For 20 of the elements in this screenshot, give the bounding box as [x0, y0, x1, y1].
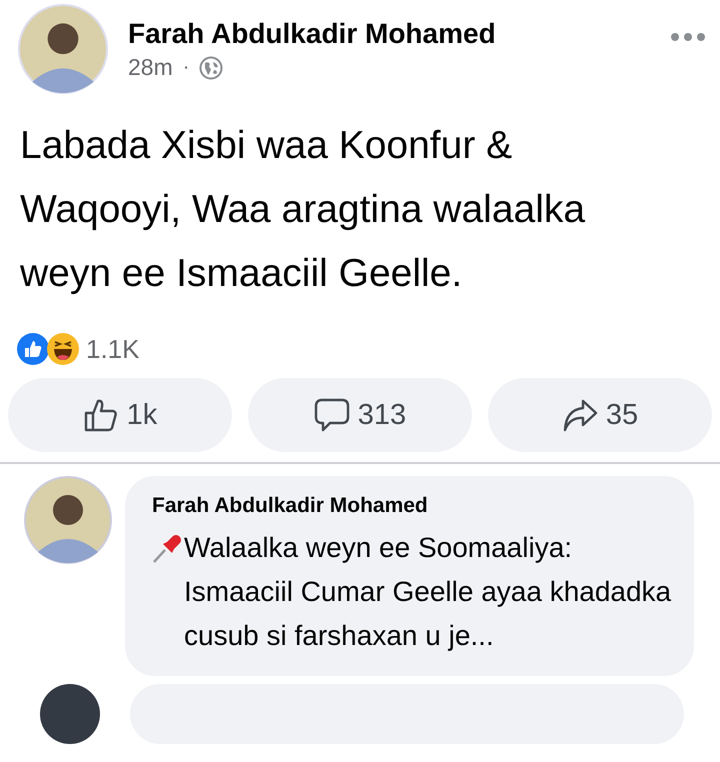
speech-bubble-icon [314, 397, 350, 433]
avatar[interactable] [24, 476, 112, 564]
more-options-icon[interactable] [670, 32, 706, 42]
laugh-reaction-icon [46, 332, 80, 366]
thumbs-up-icon [82, 397, 119, 433]
separator: · [182, 56, 190, 79]
globe-icon [199, 56, 224, 80]
like-button[interactable]: 1k [8, 378, 232, 452]
author-name[interactable]: Farah Abdulkadir Mohamed [128, 18, 670, 50]
comment-author[interactable]: Farah Abdulkadir Mohamed [152, 494, 674, 518]
post-text: Labada Xisbi waa Koonfur & Waqooyi, Waa aragtina walaalka weyn ee Ismaaciil Geelle. [20, 123, 586, 297]
comment-button[interactable]: 313 [248, 378, 472, 452]
like-reaction-icon [16, 332, 50, 366]
post-time[interactable]: 28m [128, 54, 173, 81]
pushpin-icon [152, 532, 184, 564]
reaction-count[interactable]: 1.1K [86, 334, 140, 364]
avatar[interactable] [18, 4, 108, 94]
share-button[interactable]: 35 [488, 378, 712, 452]
comment-text: Walaalka weyn ee Soomaaliya: Ismaaciil Cumar Geelle ayaa khadadka cusub si farshaxan u je... [184, 531, 672, 653]
share-arrow-icon [562, 397, 598, 433]
